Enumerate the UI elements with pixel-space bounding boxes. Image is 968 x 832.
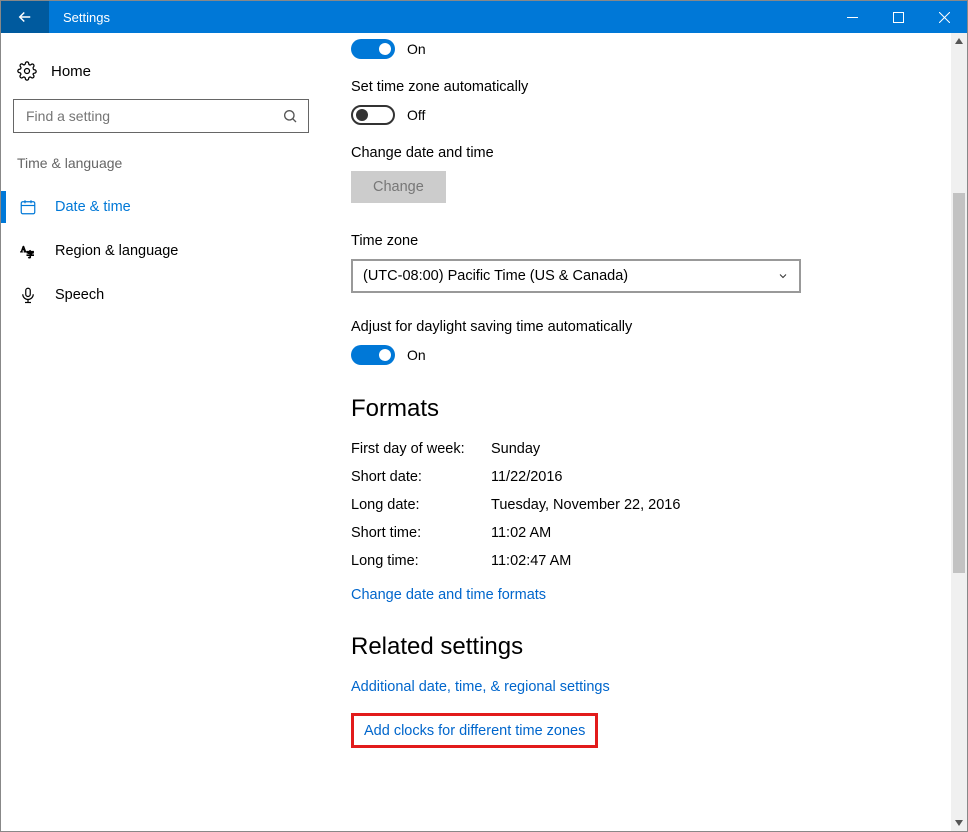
microphone-icon [19, 286, 37, 304]
annotation-highlight: Add clocks for different time zones [351, 713, 598, 748]
sidebar-item-date-time[interactable]: Date & time [11, 185, 311, 229]
clock-icon [19, 198, 37, 216]
search-box[interactable] [13, 99, 309, 133]
toggle-state-label: Off [407, 107, 425, 123]
vertical-scrollbar[interactable] [951, 33, 967, 831]
search-icon [282, 108, 298, 124]
scroll-down-button[interactable] [951, 815, 967, 831]
toggle-state-label: On [407, 347, 426, 363]
sidebar-item-label: Date & time [55, 199, 131, 215]
timezone-value: (UTC-08:00) Pacific Time (US & Canada) [363, 268, 628, 284]
chevron-down-icon [777, 270, 789, 282]
close-button[interactable] [921, 1, 967, 33]
change-button[interactable]: Change [351, 171, 446, 203]
timezone-select[interactable]: (UTC-08:00) Pacific Time (US & Canada) [351, 259, 801, 293]
svg-text:A: A [21, 245, 27, 254]
tz-label: Time zone [351, 233, 927, 249]
format-label: First day of week: [351, 441, 491, 457]
change-formats-link[interactable]: Change date and time formats [351, 587, 927, 603]
format-label: Short time: [351, 525, 491, 541]
toggle-switch[interactable] [351, 345, 395, 365]
sidebar-item-region-language[interactable]: A字 Region & language [11, 229, 311, 273]
sidebar-category: Time & language [11, 155, 311, 185]
dst-label: Adjust for daylight saving time automati… [351, 319, 927, 335]
add-clocks-link[interactable]: Add clocks for different time zones [364, 723, 585, 739]
language-icon: A字 [19, 242, 37, 260]
window-controls [829, 1, 967, 33]
maximize-icon [893, 12, 904, 23]
minimize-icon [847, 12, 858, 23]
scroll-up-button[interactable] [951, 33, 967, 49]
toggle-dst[interactable]: On [351, 345, 927, 365]
svg-text:字: 字 [27, 249, 35, 259]
titlebar: Settings [1, 1, 967, 33]
formats-heading: Formats [351, 395, 927, 423]
format-label: Long time: [351, 553, 491, 569]
search-input[interactable] [24, 107, 282, 125]
scrollbar-thumb[interactable] [953, 193, 965, 573]
related-heading: Related settings [351, 633, 927, 661]
format-label: Long date: [351, 497, 491, 513]
sidebar: Home Time & language Date & time A字 Regi… [1, 33, 321, 831]
format-label: Short date: [351, 469, 491, 485]
window-title: Settings [49, 1, 829, 33]
sidebar-item-label: Speech [55, 287, 104, 303]
minimize-button[interactable] [829, 1, 875, 33]
content-pane: On Set time zone automatically Off Chang… [321, 33, 967, 831]
close-icon [939, 12, 950, 23]
home-label: Home [51, 63, 91, 80]
set-tz-auto-label: Set time zone automatically [351, 79, 927, 95]
sidebar-item-speech[interactable]: Speech [11, 273, 311, 317]
format-value: Sunday [491, 441, 927, 457]
format-value: 11:02:47 AM [491, 553, 927, 569]
format-value: 11/22/2016 [491, 469, 927, 485]
format-value: 11:02 AM [491, 525, 927, 541]
formats-table: First day of week: Sunday Short date: 11… [351, 441, 927, 569]
gear-icon [17, 61, 37, 81]
arrow-left-icon [16, 8, 34, 26]
back-button[interactable] [1, 1, 49, 33]
toggle-switch[interactable] [351, 105, 395, 125]
maximize-button[interactable] [875, 1, 921, 33]
toggle-set-tz-auto[interactable]: Off [351, 105, 927, 125]
additional-settings-link[interactable]: Additional date, time, & regional settin… [351, 679, 927, 695]
toggle-state-label: On [407, 41, 426, 57]
toggle-switch[interactable] [351, 39, 395, 59]
toggle-set-time-auto[interactable]: On [351, 39, 927, 59]
format-value: Tuesday, November 22, 2016 [491, 497, 927, 513]
sidebar-item-label: Region & language [55, 243, 178, 259]
change-dt-label: Change date and time [351, 145, 927, 161]
home-button[interactable]: Home [11, 51, 311, 99]
